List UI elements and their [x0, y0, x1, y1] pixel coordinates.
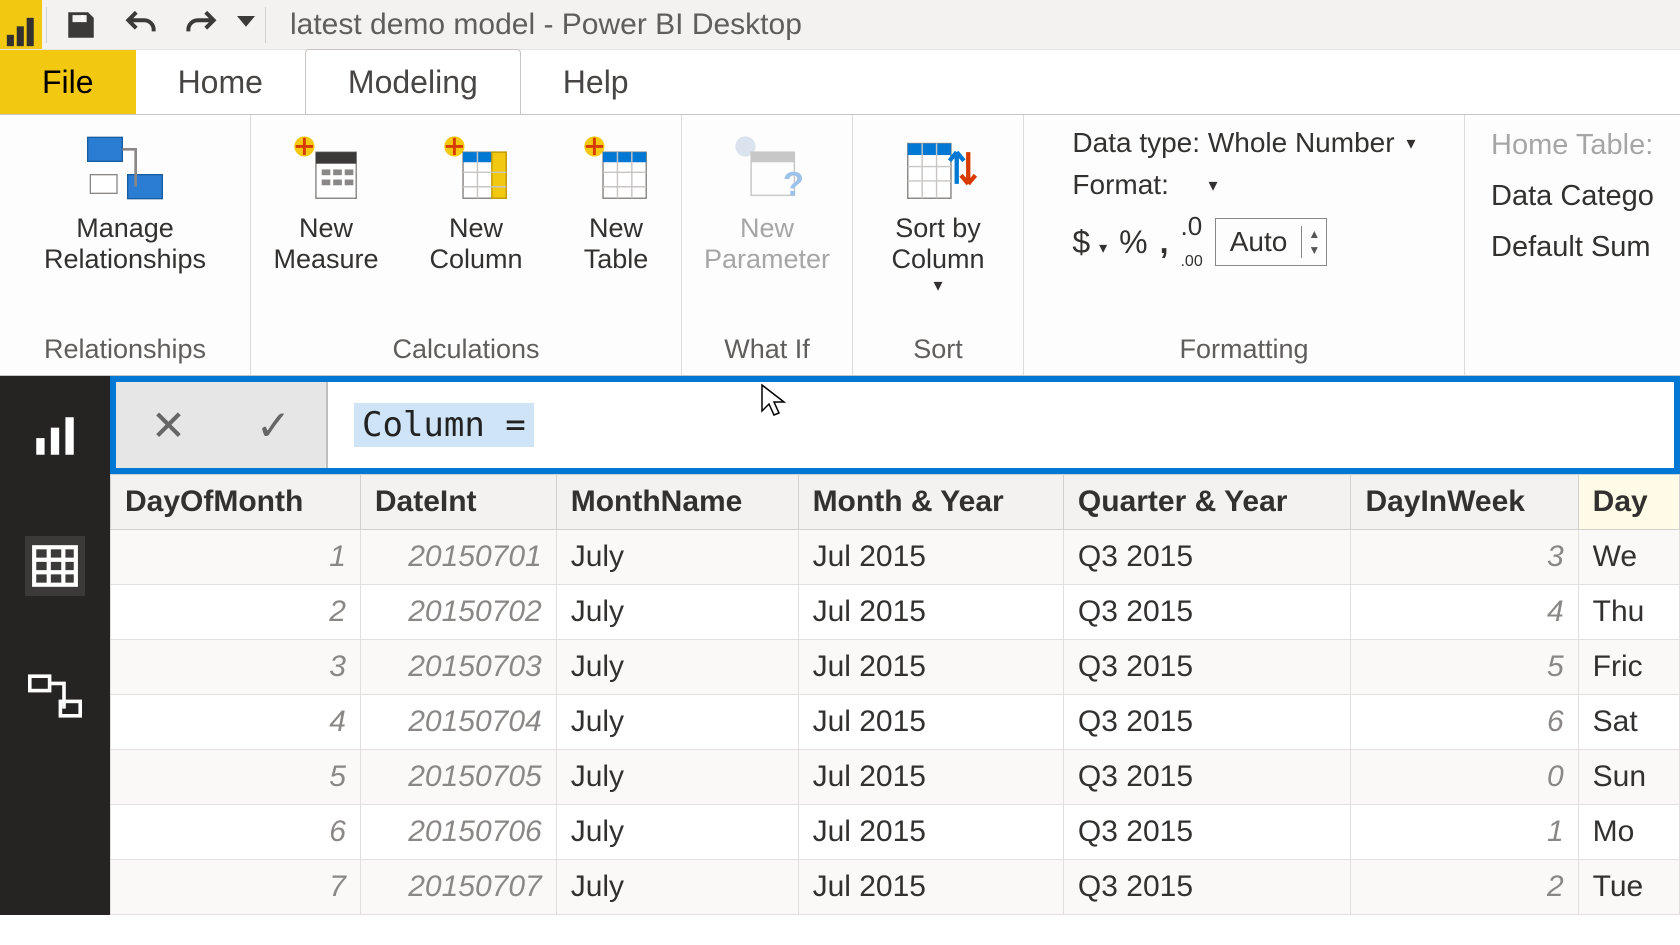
- qat-customize-dropdown[interactable]: [231, 0, 261, 49]
- new-table-icon: [580, 123, 652, 213]
- new-measure-button[interactable]: New Measure: [261, 123, 391, 275]
- table-row[interactable]: 520150705JulyJul 2015Q3 20150Sun: [111, 750, 1680, 805]
- data-category-dropdown[interactable]: Data Catego: [1491, 180, 1654, 213]
- svg-text:?: ?: [783, 165, 804, 203]
- table-row[interactable]: 120150701JulyJul 2015Q3 20153We: [111, 530, 1680, 585]
- tab-file[interactable]: File: [0, 50, 136, 114]
- sort-by-column-button[interactable]: Sort by Column ▾: [863, 123, 1013, 296]
- table-row[interactable]: 720150707JulyJul 2015Q3 20152Tue: [111, 860, 1680, 915]
- app-logo: [0, 0, 42, 49]
- table-row[interactable]: 320150703JulyJul 2015Q3 20155Fric: [111, 640, 1680, 695]
- sort-icon: [898, 123, 978, 213]
- group-label-formatting: Formatting: [1179, 328, 1308, 375]
- home-table-dropdown: Home Table:: [1491, 129, 1654, 162]
- report-view-button[interactable]: [25, 406, 85, 466]
- redo-button[interactable]: [171, 0, 231, 49]
- formula-bar: ✕ ✓ Column =: [110, 376, 1680, 474]
- relationships-icon: [85, 123, 165, 213]
- undo-button[interactable]: [111, 0, 171, 49]
- ribbon-tabs: File Home Modeling Help: [0, 50, 1680, 114]
- window-title: latest demo model - Power BI Desktop: [290, 8, 802, 42]
- percent-button[interactable]: %: [1119, 224, 1147, 261]
- table-row[interactable]: 420150704JulyJul 2015Q3 20156Sat: [111, 695, 1680, 750]
- default-summarization-dropdown[interactable]: Default Sum: [1491, 231, 1654, 264]
- decimal-places-spinner[interactable]: Auto ▲▼: [1215, 218, 1328, 266]
- new-column-icon: [440, 123, 512, 213]
- decimal-icon[interactable]: .0.00: [1180, 211, 1202, 273]
- formula-cancel-button[interactable]: ✕: [141, 401, 196, 450]
- group-label-sort: Sort: [913, 328, 963, 375]
- group-label-calculations: Calculations: [392, 328, 539, 375]
- data-view-button[interactable]: [25, 536, 85, 596]
- table-row[interactable]: 620150706JulyJul 2015Q3 20151Mo: [111, 805, 1680, 860]
- col-header[interactable]: Quarter & Year: [1063, 475, 1351, 530]
- manage-relationships-button[interactable]: Manage Relationships: [25, 123, 225, 275]
- new-parameter-icon: ?: [729, 123, 805, 213]
- data-grid[interactable]: DayOfMonth DateInt MonthName Month & Yea…: [110, 474, 1680, 915]
- ribbon: Manage Relationships Relationships New M…: [0, 114, 1680, 376]
- data-type-dropdown[interactable]: Data type: Whole Number ▾: [1072, 127, 1415, 159]
- currency-button[interactable]: $ ▾: [1072, 224, 1107, 261]
- col-header[interactable]: MonthName: [556, 475, 798, 530]
- col-header[interactable]: DayOfMonth: [111, 475, 361, 530]
- group-label-whatif: What If: [724, 328, 810, 375]
- format-dropdown[interactable]: Format: ▾: [1072, 169, 1415, 201]
- formula-commit-button[interactable]: ✓: [246, 401, 301, 450]
- save-button[interactable]: [51, 0, 111, 49]
- table-row[interactable]: 220150702JulyJul 2015Q3 20154Thu: [111, 585, 1680, 640]
- tab-help[interactable]: Help: [521, 50, 671, 114]
- view-switcher: [0, 376, 110, 915]
- group-label-relationships: Relationships: [44, 328, 206, 375]
- new-measure-icon: [290, 123, 362, 213]
- formula-input[interactable]: Column =: [328, 382, 1674, 468]
- new-column-button[interactable]: New Column: [411, 123, 541, 275]
- col-header[interactable]: Day: [1578, 475, 1679, 530]
- col-header[interactable]: DayInWeek: [1351, 475, 1578, 530]
- new-table-button[interactable]: New Table: [561, 123, 671, 275]
- quick-access-toolbar: latest demo model - Power BI Desktop: [0, 0, 1680, 50]
- col-header[interactable]: Month & Year: [798, 475, 1063, 530]
- col-header[interactable]: DateInt: [360, 475, 556, 530]
- tab-modeling[interactable]: Modeling: [305, 49, 521, 114]
- comma-button[interactable]: ,: [1160, 224, 1169, 261]
- new-parameter-button: ? New Parameter: [692, 123, 842, 275]
- tab-home[interactable]: Home: [136, 50, 305, 114]
- model-view-button[interactable]: [25, 666, 85, 726]
